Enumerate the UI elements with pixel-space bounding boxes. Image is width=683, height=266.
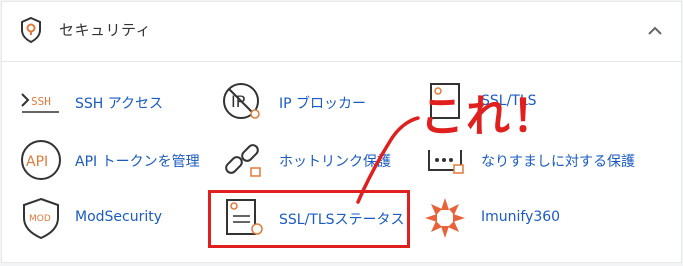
api-icon: API [21,140,61,180]
modsecurity-link[interactable]: MOD ModSecurity [19,196,179,240]
svg-text:API: API [26,154,48,170]
api-tokens-label: API トークンを管理 [75,154,200,170]
shield-icon [21,16,41,44]
hotlink-protection-icon [225,144,261,177]
chevron-up-icon[interactable] [646,24,664,38]
annotation-text: これ！ [420,91,558,142]
svg-text:SSH: SSH [31,95,51,108]
section-header[interactable]: セキュリティ [2,2,681,62]
terminal-ssh-icon: SSH [21,93,59,113]
imunify360-label: Imunify360 [481,209,561,225]
spoofing-protection-label: なりすましに対する保護 [481,154,635,170]
ip-blocker-icon: IP [223,83,260,119]
ssh-access-link[interactable]: SSH SSH アクセス [19,80,189,124]
spoofing-protection-link[interactable]: なりすましに対する保護 [423,138,653,182]
svg-text:MOD: MOD [29,214,51,224]
svg-text:IP: IP [231,92,246,111]
modsecurity-icon: MOD [23,197,59,240]
ssh-access-label: SSH アクセス [75,96,164,112]
api-tokens-link[interactable]: API API トークンを管理 [19,138,204,182]
modsecurity-label: ModSecurity [75,209,163,225]
section-title: セキュリティ [59,21,152,39]
